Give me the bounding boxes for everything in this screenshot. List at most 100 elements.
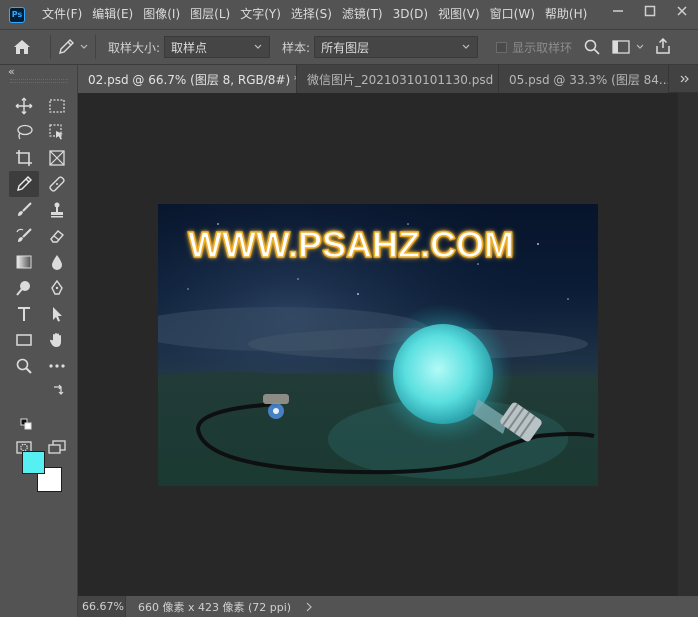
healing-brush-tool[interactable]: [42, 171, 72, 197]
blur-tool[interactable]: [42, 249, 72, 275]
eraser-icon: [50, 230, 65, 243]
sample-size-select[interactable]: 取样点: [164, 36, 271, 58]
document-tab-bar: 02.psd @ 66.7% (图层 8, RGB/8#) * ✕ 微信图片_2…: [78, 65, 698, 93]
gradient-tool[interactable]: [9, 249, 39, 275]
move-tool[interactable]: [9, 93, 39, 119]
menu-layer[interactable]: 图层(L): [185, 0, 235, 29]
menu-edit[interactable]: 编辑(E): [87, 0, 138, 29]
chevron-down-icon: [80, 44, 88, 49]
foreground-color-swatch[interactable]: [22, 451, 45, 474]
menu-window[interactable]: 窗口(W): [485, 0, 540, 29]
workspace-switcher[interactable]: [612, 40, 645, 54]
marquee-tool[interactable]: [42, 93, 72, 119]
document-tab[interactable]: 微信图片_20210310101130.psd ✕: [297, 65, 499, 93]
type-icon: [18, 307, 30, 321]
chevron-down-icon: [462, 44, 470, 49]
move-icon: [15, 97, 33, 115]
rectangle-tool[interactable]: [9, 327, 39, 353]
search-button[interactable]: [580, 39, 604, 55]
checkbox-box: [496, 41, 508, 53]
eyedropper-icon: [59, 39, 74, 54]
workspace-icon: [612, 40, 630, 54]
sample-value: 所有图层: [321, 40, 370, 55]
vertical-scrollbar[interactable]: [678, 93, 698, 596]
document-tab[interactable]: 02.psd @ 66.7% (图层 8, RGB/8#) * ✕: [78, 65, 297, 93]
brush-tool[interactable]: [9, 197, 39, 223]
edit-toolbar-button[interactable]: [42, 353, 72, 379]
menu-type[interactable]: 文字(Y): [235, 0, 286, 29]
document-tab[interactable]: 05.psd @ 33.3% (图层 84...: [499, 65, 669, 93]
maximize-button[interactable]: [634, 0, 666, 22]
hand-tool[interactable]: [42, 327, 72, 353]
lasso-tool[interactable]: [9, 119, 39, 145]
close-icon: [677, 6, 687, 16]
swap-colors-icon[interactable]: [52, 384, 64, 396]
sample-size-label: 取样大小:: [108, 40, 161, 55]
menu-3d[interactable]: 3D(D): [388, 0, 433, 29]
type-tool[interactable]: [9, 301, 39, 327]
object-selection-icon: [49, 124, 63, 140]
double-chevron-right-icon: [680, 75, 689, 83]
toolbox: «: [0, 65, 78, 617]
status-bar: 66.67% 660 像素 x 423 像素 (72 ppi): [78, 596, 678, 617]
search-icon: [584, 39, 600, 55]
rectangle-marquee-icon: [49, 99, 65, 113]
share-icon: [656, 37, 670, 54]
zoom-icon: [16, 358, 32, 374]
window-controls: [602, 0, 698, 22]
options-divider: [95, 35, 96, 59]
path-selection-tool[interactable]: [42, 301, 72, 327]
menu-filter[interactable]: 滤镜(T): [337, 0, 388, 29]
history-brush-tool[interactable]: [9, 223, 39, 249]
minimize-icon: [613, 10, 623, 12]
frame-tool[interactable]: [42, 145, 72, 171]
show-sampling-ring-checkbox[interactable]: 显示取样环: [496, 39, 574, 56]
zoom-level-field[interactable]: 66.67%: [78, 596, 126, 617]
sample-select[interactable]: 所有图层: [314, 36, 479, 58]
eraser-tool[interactable]: [42, 223, 72, 249]
options-bar: 取样大小: 取样点 样本: 所有图层 显示取样环: [0, 29, 698, 65]
screen-mode-icon: [48, 440, 66, 454]
options-divider: [50, 35, 51, 59]
tab-overflow-button[interactable]: [680, 65, 690, 93]
menu-help[interactable]: 帮助(H): [540, 0, 592, 29]
pen-icon: [51, 279, 63, 295]
zoom-tool[interactable]: [9, 353, 39, 379]
sample-label: 样本:: [282, 40, 311, 55]
frame-icon: [49, 150, 65, 166]
share-button[interactable]: [655, 37, 671, 57]
dodge-tool[interactable]: [9, 275, 39, 301]
more-icon: [49, 364, 65, 368]
screen-mode-button[interactable]: [42, 434, 72, 460]
show-sampling-ring-label: 显示取样环: [512, 40, 573, 55]
chevron-down-icon: [636, 44, 644, 49]
toolbox-grip[interactable]: [10, 79, 68, 83]
menu-select[interactable]: 选择(S): [286, 0, 337, 29]
home-button[interactable]: [0, 29, 44, 65]
document-tab-label: 微信图片_20210310101130.psd: [307, 72, 494, 87]
document-tab-label: 05.psd @ 33.3% (图层 84...: [509, 72, 669, 87]
eyedropper-tool[interactable]: [9, 171, 39, 197]
crop-tool[interactable]: [9, 145, 39, 171]
sample-size-value: 取样点: [171, 40, 208, 55]
menu-file[interactable]: 文件(F): [37, 0, 87, 29]
document-canvas[interactable]: WWW.PSAHZ.COM: [158, 204, 598, 486]
chevron-down-icon: [254, 44, 262, 49]
minimize-button[interactable]: [602, 0, 634, 22]
default-colors-icon[interactable]: [20, 418, 32, 430]
document-info: 660 像素 x 423 像素 (72 ppi): [138, 600, 292, 614]
clone-stamp-tool[interactable]: [42, 197, 72, 223]
brush-icon: [18, 202, 32, 216]
collapse-toolbox-icon[interactable]: «: [8, 65, 15, 78]
chevron-right-icon[interactable]: [305, 602, 313, 612]
document-tab-label: 02.psd @ 66.7% (图层 8, RGB/8#) *: [88, 72, 297, 87]
close-window-button[interactable]: [666, 0, 698, 22]
pen-tool[interactable]: [42, 275, 72, 301]
object-selection-tool[interactable]: [42, 119, 72, 145]
dodge-icon: [16, 281, 30, 296]
menu-view[interactable]: 视图(V): [433, 0, 485, 29]
menu-bar: Ps 文件(F) 编辑(E) 图像(I) 图层(L) 文字(Y) 选择(S) 滤…: [0, 0, 698, 29]
menu-image[interactable]: 图像(I): [138, 0, 185, 29]
tool-preset-picker[interactable]: [57, 38, 89, 56]
drop-icon: [52, 255, 62, 270]
